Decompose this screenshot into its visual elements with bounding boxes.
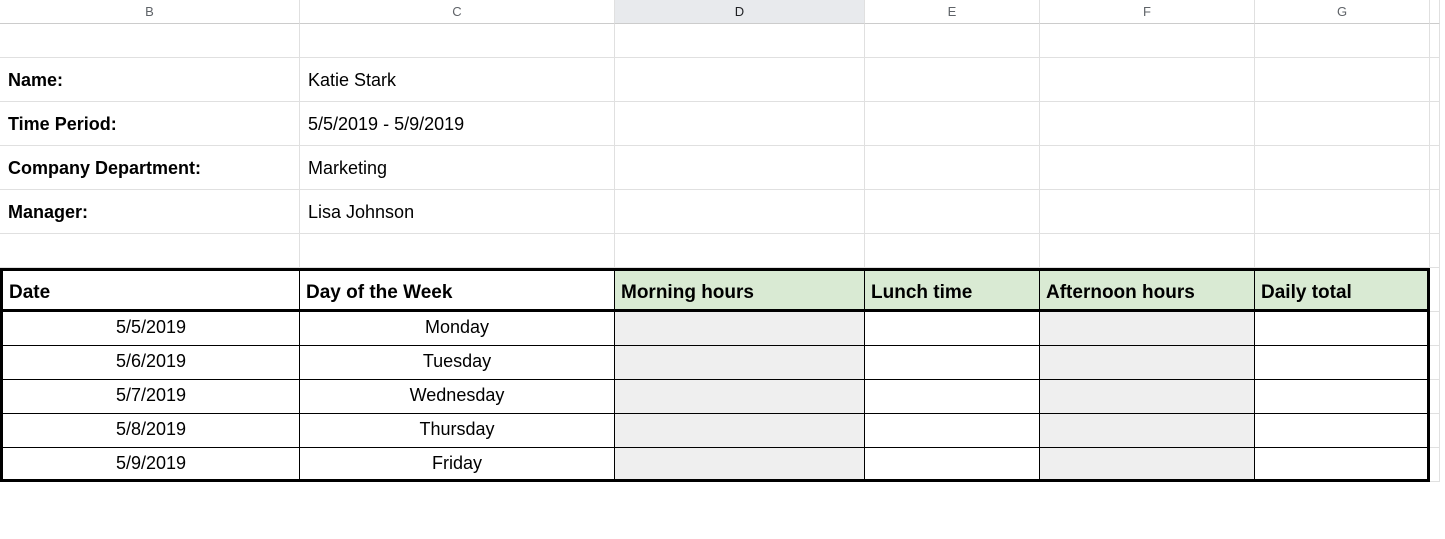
cell[interactable] xyxy=(1040,190,1255,234)
table-row[interactable] xyxy=(865,448,1040,482)
column-header-d[interactable]: D xyxy=(615,0,865,24)
name-value[interactable]: Katie Stark xyxy=(300,58,615,102)
cell[interactable] xyxy=(1040,24,1255,58)
table-row[interactable] xyxy=(1255,448,1430,482)
table-row[interactable]: Tuesday xyxy=(300,346,615,380)
cell[interactable] xyxy=(1040,234,1255,268)
table-row[interactable] xyxy=(1255,414,1430,448)
table-row[interactable] xyxy=(865,312,1040,346)
cell[interactable] xyxy=(1430,234,1440,268)
table-row[interactable]: Wednesday xyxy=(300,380,615,414)
table-row[interactable]: 5/7/2019 xyxy=(0,380,300,414)
table-row[interactable]: Thursday xyxy=(300,414,615,448)
cell[interactable] xyxy=(1430,58,1440,102)
cell[interactable] xyxy=(1430,414,1440,448)
cell[interactable] xyxy=(300,24,615,58)
cell[interactable] xyxy=(865,58,1040,102)
table-header-lunch[interactable]: Lunch time xyxy=(865,268,1040,312)
table-row[interactable]: 5/9/2019 xyxy=(0,448,300,482)
column-header-f[interactable]: F xyxy=(1040,0,1255,24)
time-period-label[interactable]: Time Period: xyxy=(0,102,300,146)
column-header-e[interactable]: E xyxy=(865,0,1040,24)
cell[interactable] xyxy=(1430,190,1440,234)
table-row[interactable]: Monday xyxy=(300,312,615,346)
cell[interactable] xyxy=(1255,24,1430,58)
table-row[interactable]: 5/6/2019 xyxy=(0,346,300,380)
manager-value[interactable]: Lisa Johnson xyxy=(300,190,615,234)
cell[interactable] xyxy=(615,146,865,190)
table-row[interactable] xyxy=(1255,346,1430,380)
table-row[interactable] xyxy=(865,380,1040,414)
cell[interactable] xyxy=(615,190,865,234)
cell[interactable] xyxy=(865,190,1040,234)
table-row[interactable]: 5/5/2019 xyxy=(0,312,300,346)
table-header-morning[interactable]: Morning hours xyxy=(615,268,865,312)
table-row[interactable] xyxy=(1040,380,1255,414)
table-row[interactable] xyxy=(1255,380,1430,414)
time-period-value[interactable]: 5/5/2019 - 5/9/2019 xyxy=(300,102,615,146)
table-row[interactable] xyxy=(615,346,865,380)
department-label[interactable]: Company Department: xyxy=(0,146,300,190)
manager-label[interactable]: Manager: xyxy=(0,190,300,234)
table-header-dow[interactable]: Day of the Week xyxy=(300,268,615,312)
cell[interactable] xyxy=(615,58,865,102)
cell[interactable] xyxy=(1255,190,1430,234)
cell[interactable] xyxy=(1430,24,1440,58)
cell[interactable] xyxy=(615,234,865,268)
table-row[interactable] xyxy=(1040,346,1255,380)
table-row[interactable] xyxy=(1255,312,1430,346)
table-row[interactable] xyxy=(615,380,865,414)
cell[interactable] xyxy=(0,24,300,58)
cell[interactable] xyxy=(1430,448,1440,482)
cell[interactable] xyxy=(865,146,1040,190)
cell[interactable] xyxy=(865,102,1040,146)
table-row[interactable]: 5/8/2019 xyxy=(0,414,300,448)
cell[interactable] xyxy=(1255,234,1430,268)
cell[interactable] xyxy=(300,234,615,268)
cell[interactable] xyxy=(1040,102,1255,146)
cell[interactable] xyxy=(1430,268,1440,312)
table-row[interactable] xyxy=(865,414,1040,448)
table-row[interactable]: Friday xyxy=(300,448,615,482)
cell[interactable] xyxy=(1430,146,1440,190)
cell[interactable] xyxy=(1255,146,1430,190)
table-row[interactable] xyxy=(1040,414,1255,448)
cell[interactable] xyxy=(1255,58,1430,102)
table-row[interactable] xyxy=(615,414,865,448)
table-header-date[interactable]: Date xyxy=(0,268,300,312)
column-header-g[interactable]: G xyxy=(1255,0,1430,24)
cell[interactable] xyxy=(615,24,865,58)
spreadsheet-grid[interactable]: B C D E F G Name: Katie Stark Time Perio… xyxy=(0,0,1445,482)
cell[interactable] xyxy=(615,102,865,146)
column-header-c[interactable]: C xyxy=(300,0,615,24)
cell[interactable] xyxy=(1040,58,1255,102)
table-row[interactable] xyxy=(1040,448,1255,482)
table-row[interactable] xyxy=(1040,312,1255,346)
cell[interactable] xyxy=(1430,102,1440,146)
department-value[interactable]: Marketing xyxy=(300,146,615,190)
cell[interactable] xyxy=(1040,146,1255,190)
column-header-edge xyxy=(1430,0,1440,24)
cell[interactable] xyxy=(0,234,300,268)
cell[interactable] xyxy=(1430,312,1440,346)
cell[interactable] xyxy=(865,24,1040,58)
table-row[interactable] xyxy=(615,312,865,346)
name-label[interactable]: Name: xyxy=(0,58,300,102)
table-row[interactable] xyxy=(615,448,865,482)
cell[interactable] xyxy=(1430,346,1440,380)
column-header-b[interactable]: B xyxy=(0,0,300,24)
table-header-afternoon[interactable]: Afternoon hours xyxy=(1040,268,1255,312)
cell[interactable] xyxy=(1255,102,1430,146)
cell[interactable] xyxy=(1430,380,1440,414)
table-row[interactable] xyxy=(865,346,1040,380)
table-header-total[interactable]: Daily total xyxy=(1255,268,1430,312)
cell[interactable] xyxy=(865,234,1040,268)
